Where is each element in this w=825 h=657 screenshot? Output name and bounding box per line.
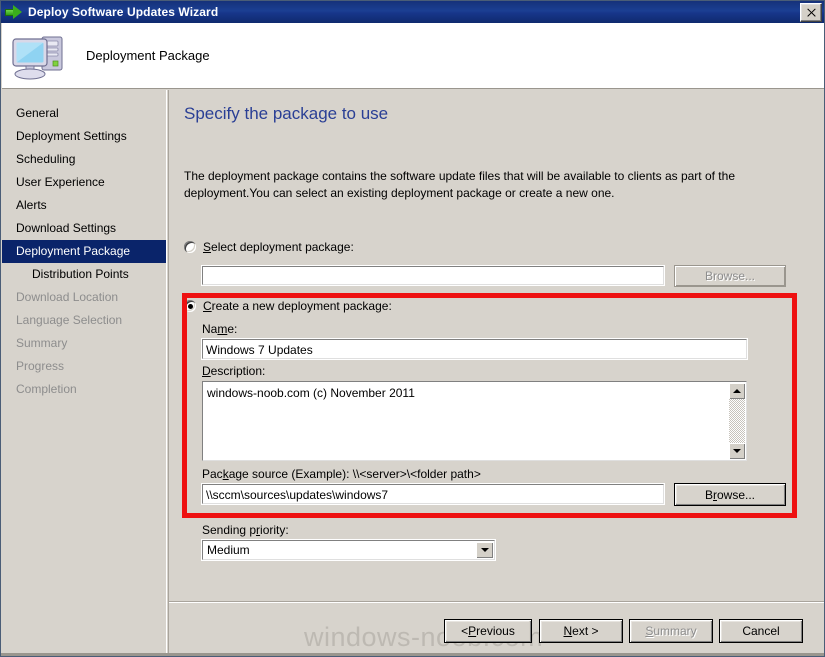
- sidebar-item-scheduling[interactable]: Scheduling: [2, 148, 166, 171]
- deploy-software-updates-wizard-window: Deploy Software Updates Wizard Deploymen…: [0, 0, 825, 657]
- content-pane: Specify the package to use The deploymen…: [169, 90, 824, 656]
- create-new-deployment-package-label: Create a new deployment package:: [203, 299, 392, 313]
- close-icon: [806, 8, 816, 17]
- sidebar-item-distribution-points[interactable]: Distribution Points: [2, 263, 166, 286]
- banner-title: Deployment Package: [86, 48, 210, 63]
- description-label: Description:: [202, 364, 266, 378]
- browse-source-button[interactable]: Br owse...: [674, 483, 786, 506]
- summary-button[interactable]: Summary: [629, 619, 713, 643]
- triangle-up-icon: [733, 389, 741, 393]
- window-title: Deploy Software Updates Wizard: [28, 5, 219, 19]
- sidebar-item-language-selection[interactable]: Language Selection: [2, 309, 166, 332]
- radio-indicator-select-existing: [184, 241, 196, 253]
- sidebar-item-download-settings[interactable]: Download Settings: [2, 217, 166, 240]
- description-text: windows-noob.com (c) November 2011: [207, 386, 415, 400]
- sidebar-item-progress[interactable]: Progress: [2, 355, 166, 378]
- sending-priority-label: Sending priority:: [202, 523, 289, 537]
- name-label: Name:: [202, 322, 238, 336]
- sending-priority-value: Medium: [207, 543, 250, 557]
- description-scrollbar[interactable]: [729, 383, 745, 459]
- close-button[interactable]: [800, 2, 822, 22]
- intro-text: The deployment package contains the soft…: [184, 169, 735, 200]
- sidebar-item-deployment-package[interactable]: Deployment Package: [2, 240, 166, 263]
- package-source-label: Package source (Example): \\<server>\<fo…: [202, 467, 481, 481]
- radio-indicator-create-new: [184, 300, 196, 312]
- sidebar-item-summary[interactable]: Summary: [2, 332, 166, 355]
- scroll-down-button[interactable]: [729, 443, 745, 459]
- create-new-deployment-package-radio[interactable]: Create a new deployment package:: [184, 299, 392, 313]
- select-deployment-package-label: Select deployment package:: [203, 240, 354, 254]
- sidebar-item-user-experience[interactable]: User Experience: [2, 171, 166, 194]
- title-bar: Deploy Software Updates Wizard: [1, 1, 824, 23]
- package-name-input[interactable]: Windows 7 Updates: [201, 338, 748, 360]
- chevron-down-icon[interactable]: [476, 542, 493, 558]
- cancel-button[interactable]: Cancel: [719, 619, 803, 643]
- package-description-textarea[interactable]: windows-noob.com (c) November 2011: [202, 381, 747, 461]
- green-arrow-icon: [5, 5, 23, 19]
- sending-priority-select[interactable]: Medium: [201, 539, 496, 561]
- page-title: Specify the package to use: [184, 104, 389, 123]
- sidebar-item-download-location[interactable]: Download Location: [2, 286, 166, 309]
- sidebar-item-deployment-settings[interactable]: Deployment Settings: [2, 125, 166, 148]
- sidebar-item-alerts[interactable]: Alerts: [2, 194, 166, 217]
- existing-package-input[interactable]: [201, 265, 665, 286]
- footer-separator: [169, 601, 824, 603]
- wizard-steps-sidebar: General Deployment Settings Scheduling User…: [2, 90, 167, 656]
- triangle-down-icon: [733, 449, 741, 453]
- window-bottom-edge: [1, 653, 824, 656]
- wizard-banner: Deployment Package: [2, 23, 824, 89]
- scroll-up-button[interactable]: [729, 383, 745, 399]
- sidebar-item-general[interactable]: General: [2, 102, 166, 125]
- previous-button[interactable]: < Previous: [444, 619, 532, 643]
- select-deployment-package-radio[interactable]: Select deployment package:: [184, 240, 354, 254]
- computer-icon: [8, 27, 72, 85]
- package-source-input[interactable]: \\sccm\sources\updates\windows7: [201, 483, 665, 505]
- browse-existing-button[interactable]: Browse...: [674, 265, 786, 287]
- next-button[interactable]: Next >: [539, 619, 623, 643]
- sidebar-item-completion[interactable]: Completion: [2, 378, 166, 401]
